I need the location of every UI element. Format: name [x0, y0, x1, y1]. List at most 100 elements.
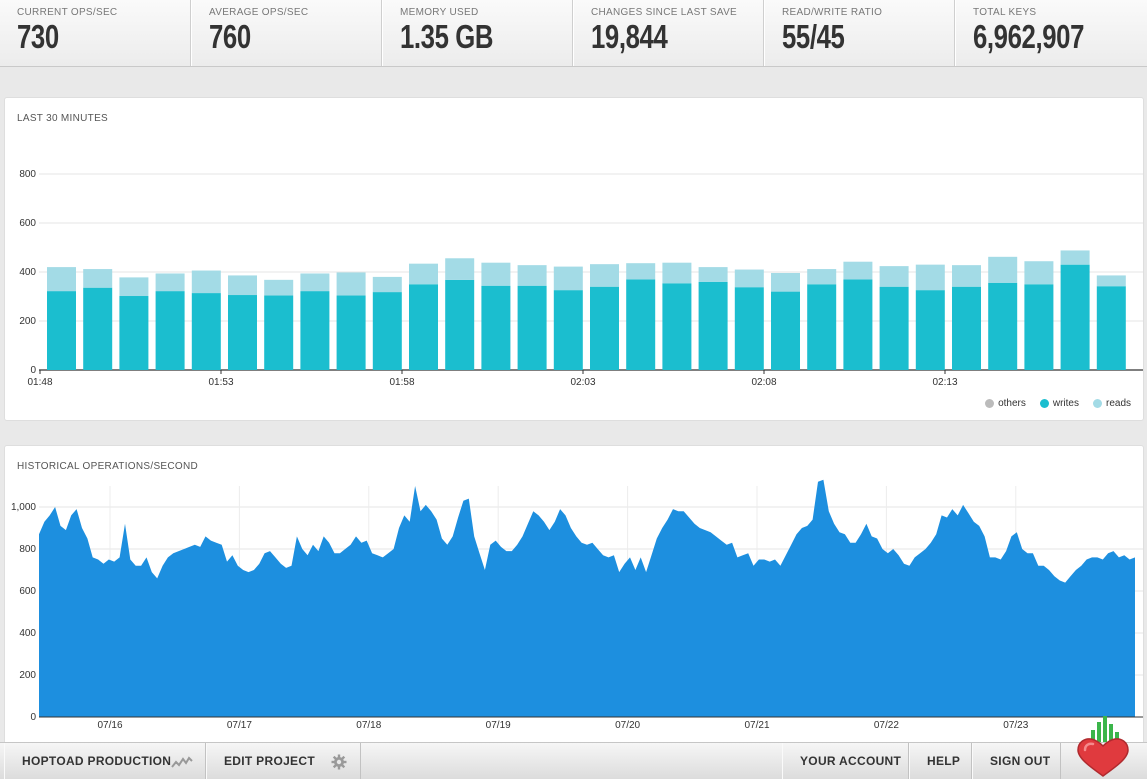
writes-bar — [191, 293, 221, 370]
writes-bar — [662, 283, 692, 370]
x-tick-label: 01:48 — [27, 377, 52, 388]
stat-total-keys: TOTAL KEYS 6,962,907 — [955, 0, 1147, 66]
stat-label: MEMORY USED — [400, 7, 479, 18]
y-tick-label: 200 — [19, 316, 36, 327]
legend-label: writes — [1052, 398, 1079, 409]
reads-bar — [191, 270, 221, 294]
historical-ops-panel: HISTORICAL OPERATIONS/SECOND 0 200 400 600 8… — [4, 445, 1144, 745]
writes-bar — [1096, 286, 1126, 370]
sparkline-icon — [171, 756, 193, 768]
reads-bar — [228, 275, 257, 296]
writes-bar — [626, 279, 656, 370]
writes-bar — [409, 284, 438, 370]
reads-bar — [771, 272, 800, 292]
writes-bar — [481, 285, 511, 370]
writes-bar — [336, 295, 366, 370]
stat-changes-since-save: CHANGES SINCE LAST SAVE 19,844 — [573, 0, 764, 66]
reads-bar — [300, 273, 330, 292]
writes-bar — [734, 287, 764, 370]
reads-bar — [445, 258, 475, 280]
reads-bar — [1096, 275, 1126, 287]
y-tick-label: 0 — [30, 365, 36, 376]
historical-area — [39, 479, 1135, 717]
help-link[interactable]: HELP — [909, 743, 972, 779]
y-tick-label: 800 — [19, 544, 36, 555]
writes-bar — [300, 291, 330, 370]
reads-bar — [83, 269, 113, 288]
writes-dot-icon — [1039, 399, 1049, 408]
writes-bar — [698, 281, 728, 370]
stat-value: 55/45 — [782, 18, 845, 55]
y-tick-label: 600 — [19, 586, 36, 597]
legend-label: reads — [1105, 398, 1131, 409]
reads-bar — [336, 272, 366, 296]
x-tick-label: 02:13 — [932, 377, 957, 388]
x-tick-label: 07/22 — [874, 720, 899, 731]
writes-bar — [119, 296, 149, 370]
stat-value: 1.35 GB — [400, 18, 494, 55]
reads-bar — [264, 279, 294, 296]
recent-ops-chart: 0 200 400 600 800 01:48 01:53 01:58 02:03 02:08 02… — [19, 169, 1143, 388]
x-tick-label: 02:03 — [570, 377, 595, 388]
legend-label: others — [998, 398, 1026, 409]
reads-bar — [662, 262, 692, 284]
reads-bar — [1060, 250, 1090, 265]
legend-item-writes[interactable]: writes — [1039, 398, 1079, 409]
y-tick-label: 400 — [19, 267, 36, 278]
stat-value: 730 — [17, 18, 59, 55]
sign-out-link[interactable]: SIGN OUT — [972, 743, 1061, 779]
x-tick-label: 07/19 — [486, 720, 511, 731]
reads-bar — [843, 261, 873, 280]
y-tick-label: 1,000 — [11, 502, 36, 513]
x-tick-label: 02:08 — [751, 377, 776, 388]
reads-bar — [988, 256, 1018, 283]
x-tick-label: 01:58 — [389, 377, 414, 388]
writes-bar — [155, 291, 185, 370]
reads-bar — [47, 267, 76, 292]
reads-bar — [807, 269, 837, 285]
x-tick-label: 07/16 — [97, 720, 122, 731]
writes-bar — [553, 290, 583, 370]
reads-bar — [734, 269, 764, 288]
stat-label: CHANGES SINCE LAST SAVE — [591, 7, 738, 18]
stat-read-write-ratio: READ/WRITE RATIO 55/45 — [764, 0, 955, 66]
stat-label: READ/WRITE RATIO — [782, 7, 883, 18]
reads-bar — [952, 265, 981, 287]
reads-bar — [1024, 261, 1054, 285]
writes-bar — [843, 279, 873, 370]
stat-current-ops: CURRENT OPS/SEC 730 — [0, 0, 191, 66]
reads-bar — [517, 265, 547, 286]
nav-project-button[interactable]: HOPTOAD PRODUCTION — [4, 743, 206, 779]
stat-value: 760 — [209, 18, 251, 55]
your-account-link[interactable]: YOUR ACCOUNT — [782, 743, 909, 779]
reads-bar — [915, 264, 945, 291]
bottom-nav: HOPTOAD PRODUCTION EDIT PROJECT YOUR ACC… — [0, 742, 1147, 779]
reads-bar — [698, 267, 728, 282]
writes-bar — [372, 292, 402, 370]
reads-bar — [879, 266, 909, 287]
writes-bar — [445, 279, 475, 370]
reads-dot-icon — [1092, 399, 1102, 408]
writes-bar — [83, 287, 113, 370]
edit-project-label: EDIT PROJECT — [224, 754, 315, 768]
reads-bar — [155, 273, 185, 292]
others-dot-icon — [985, 399, 995, 408]
edit-project-button[interactable]: EDIT PROJECT — [206, 743, 361, 779]
gear-icon — [331, 754, 347, 770]
stat-value: 6,962,907 — [973, 18, 1085, 55]
writes-bar — [915, 290, 945, 370]
legend-item-others[interactable]: others — [985, 398, 1026, 409]
reads-bar — [481, 262, 511, 286]
historical-ops-chart: 0 200 400 600 800 1,000 07/16 07/17 07/18 07/19 07… — [11, 479, 1143, 731]
writes-bar — [590, 286, 619, 370]
writes-bar — [807, 284, 837, 370]
writes-bar — [952, 286, 981, 370]
reads-bar — [553, 266, 583, 291]
help-label: HELP — [927, 754, 961, 768]
recent-ops-panel: LAST 30 MINUTES 0 200 400 600 800 01:48 01:53 0… — [4, 97, 1144, 421]
stat-label: TOTAL KEYS — [973, 7, 1037, 18]
writes-bar — [1024, 284, 1054, 370]
writes-bar — [228, 295, 257, 370]
legend-item-reads[interactable]: reads — [1092, 398, 1131, 409]
x-tick-label: 07/20 — [615, 720, 640, 731]
